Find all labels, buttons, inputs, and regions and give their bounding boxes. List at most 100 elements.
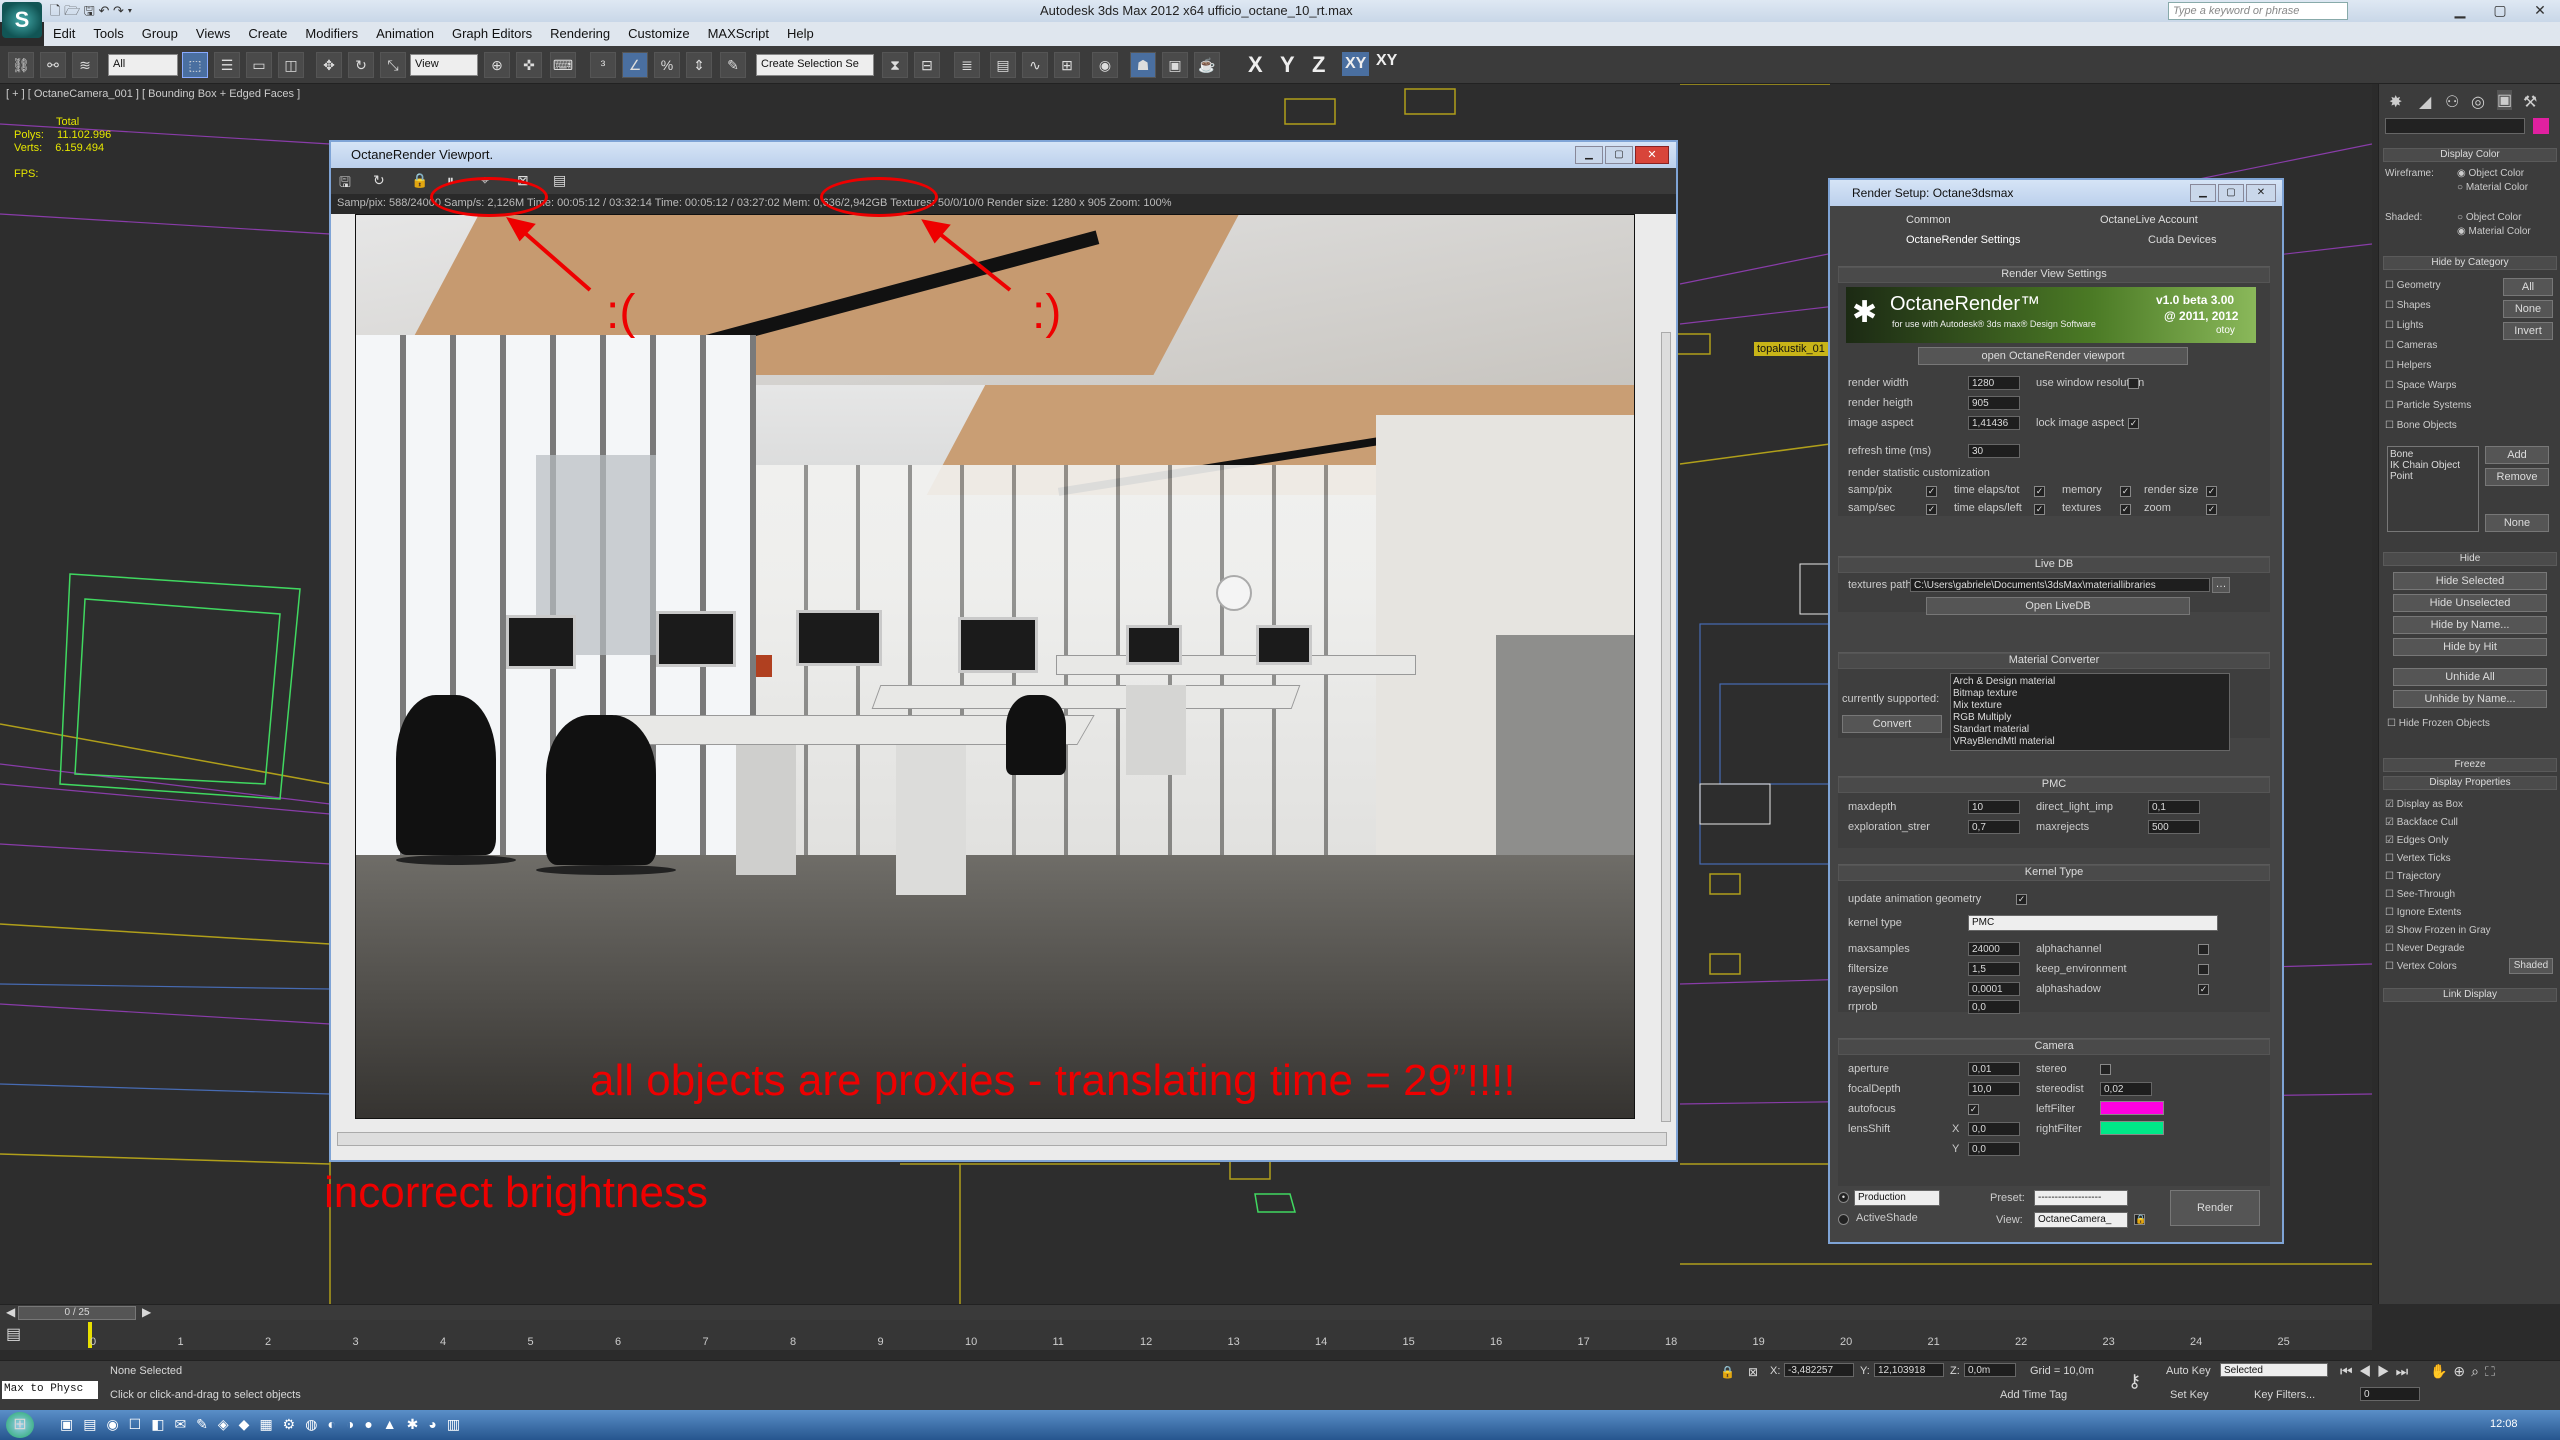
z-coord-input[interactable]: 0,0m — [1964, 1363, 2016, 1377]
maxscript-listener-input[interactable]: Max to Physc — [2, 1381, 98, 1399]
textures-path-input[interactable]: C:\Users\gabriele\Documents\3dsMax\mater… — [1910, 578, 2210, 592]
stat-samp-pix-checkbox[interactable]: ✓ — [1926, 486, 1937, 497]
start-button-icon[interactable]: ⊞ — [6, 1412, 34, 1438]
rayepsilon-input[interactable]: 0,0001 — [1968, 982, 2020, 996]
stat-time-tot-checkbox[interactable]: ✓ — [2034, 486, 2045, 497]
rs-maximize-icon[interactable]: ▢ — [2218, 184, 2244, 202]
category-geometry[interactable]: ☐ Geometry — [2385, 276, 2495, 296]
unhide-by-name-button[interactable]: Unhide by Name... — [2393, 690, 2547, 708]
update-animation-checkbox[interactable]: ✓ — [2016, 894, 2027, 905]
lensshift-y-input[interactable]: 0,0 — [1968, 1142, 2020, 1156]
lock-view-icon[interactable]: 🔒 — [2134, 1214, 2146, 1225]
time-slider-thumb[interactable]: 0 / 25 — [18, 1306, 136, 1320]
tab-common[interactable]: Common — [1906, 214, 1951, 226]
browse-textures-button[interactable]: … — [2212, 577, 2230, 593]
time-slider-prev-icon[interactable]: ◀ — [6, 1305, 15, 1319]
render-view-settings-header[interactable]: Render View Settings — [1838, 267, 2270, 283]
list-item[interactable]: IK Chain Object — [2390, 460, 2476, 471]
production-dropdown[interactable]: Production — [1854, 1190, 1940, 1206]
kernel-type-dropdown[interactable]: PMC — [1968, 915, 2218, 931]
shaded-material-color-radio[interactable]: ◉ Material Color — [2457, 226, 2531, 237]
preset-dropdown[interactable]: ------------------- — [2034, 1190, 2128, 1206]
list-item[interactable]: VRayBlendMtl material — [1953, 736, 2227, 748]
stat-memory-checkbox[interactable]: ✓ — [2120, 486, 2131, 497]
prop-vertex-ticks[interactable]: ☐ Vertex Ticks — [2385, 850, 2555, 868]
add-time-tag-button[interactable]: Add Time Tag — [2000, 1389, 2067, 1401]
hide-unselected-button[interactable]: Hide Unselected — [2393, 594, 2547, 612]
prop-display-as-box[interactable]: ☑ Display as Box — [2385, 796, 2555, 814]
set-key-button[interactable]: Set Key — [2170, 1389, 2209, 1401]
filter-none-button[interactable]: None — [2485, 514, 2549, 532]
list-item[interactable]: Arch & Design material — [1953, 676, 2227, 688]
right-filter-color-swatch[interactable] — [2100, 1121, 2164, 1135]
maxsamples-input[interactable]: 24000 — [1968, 942, 2020, 956]
stat-time-left-checkbox[interactable]: ✓ — [2034, 504, 2045, 515]
key-mode-dropdown[interactable]: Selected — [2220, 1363, 2328, 1377]
prop-see-through[interactable]: ☐ See-Through — [2385, 886, 2555, 904]
freeze-header[interactable]: Freeze — [2383, 758, 2557, 772]
wire-material-color-radio[interactable]: ○ Material Color — [2457, 182, 2528, 193]
display-properties-header[interactable]: Display Properties — [2383, 776, 2557, 790]
render-width-input[interactable]: 1280 — [1968, 376, 2020, 390]
category-space-warps[interactable]: ☐ Space Warps — [2385, 376, 2495, 396]
auto-key-button[interactable]: Auto Key — [2166, 1365, 2211, 1377]
image-aspect-input[interactable]: 1,41436 — [1968, 416, 2020, 430]
hide-by-name-button[interactable]: Hide by Name... — [2393, 616, 2547, 634]
activeshade-radio[interactable] — [1838, 1214, 1849, 1225]
livedb-header[interactable]: Live DB — [1838, 557, 2270, 573]
render-button[interactable]: Render — [2170, 1190, 2260, 1226]
view-dropdown[interactable]: OctaneCamera_ — [2034, 1212, 2128, 1228]
alphashadow-checkbox[interactable]: ✓ — [2198, 984, 2209, 995]
pmc-header[interactable]: PMC — [1838, 777, 2270, 793]
stat-render-size-checkbox[interactable]: ✓ — [2206, 486, 2217, 497]
lock-aspect-checkbox[interactable]: ✓ — [2128, 418, 2139, 429]
category-none-button[interactable]: None — [2503, 300, 2553, 318]
convert-button[interactable]: Convert — [1842, 715, 1942, 733]
material-converter-header[interactable]: Material Converter — [1838, 653, 2270, 669]
create-tab-icon[interactable]: ✸ — [2389, 92, 2402, 112]
autofocus-checkbox[interactable]: ✓ — [1968, 1104, 1979, 1115]
tab-octanerender-settings[interactable]: OctaneRender Settings — [1906, 234, 2020, 246]
prop-edges-only[interactable]: ☑ Edges Only — [2385, 832, 2555, 850]
alphachannel-checkbox[interactable] — [2198, 944, 2209, 955]
render-height-input[interactable]: 905 — [1968, 396, 2020, 410]
category-cameras[interactable]: ☐ Cameras — [2385, 336, 2495, 356]
set-key-icon[interactable]: ⚷ — [2128, 1371, 2141, 1392]
filtersize-input[interactable]: 1,5 — [1968, 962, 2020, 976]
camera-header[interactable]: Camera — [1838, 1039, 2270, 1055]
prop-trajectory[interactable]: ☐ Trajectory — [2385, 868, 2555, 886]
filter-remove-button[interactable]: Remove — [2485, 468, 2549, 486]
taskbar-pinned-icons[interactable]: ▣▤◉☐◧✉✎◈◆▦⚙◍◐◑●▲✱◕▥ — [60, 1416, 470, 1433]
unhide-all-button[interactable]: Unhide All — [2393, 668, 2547, 686]
hierarchy-tab-icon[interactable]: ⚇ — [2445, 92, 2459, 112]
shaded-object-color-radio[interactable]: ○ Object Color — [2457, 212, 2521, 223]
category-invert-button[interactable]: Invert — [2503, 322, 2553, 340]
refresh-time-input[interactable]: 30 — [1968, 444, 2020, 458]
object-color-swatch[interactable] — [2533, 118, 2549, 134]
list-item[interactable]: Standart material — [1953, 724, 2227, 736]
shaded-button[interactable]: Shaded — [2509, 958, 2553, 974]
rrprob-input[interactable]: 0,0 — [1968, 1000, 2020, 1014]
left-filter-color-swatch[interactable] — [2100, 1101, 2164, 1115]
list-item[interactable]: Point — [2390, 471, 2476, 482]
exploration-strength-input[interactable]: 0,7 — [1968, 820, 2020, 834]
time-slider-next-icon[interactable]: ▶ — [142, 1305, 151, 1319]
category-bone-objects[interactable]: ☐ Bone Objects — [2385, 416, 2495, 436]
aperture-input[interactable]: 0,01 — [1968, 1062, 2020, 1076]
category-lights[interactable]: ☐ Lights — [2385, 316, 2495, 336]
filter-add-button[interactable]: Add — [2485, 446, 2549, 464]
keep-environment-checkbox[interactable] — [2198, 964, 2209, 975]
link-display-header[interactable]: Link Display — [2383, 988, 2557, 1002]
wire-object-color-radio[interactable]: ◉ Object Color — [2457, 168, 2524, 179]
bone-filter-list[interactable]: Bone IK Chain Object Point — [2387, 446, 2479, 532]
rs-close-icon[interactable]: ✕ — [2246, 184, 2276, 202]
hide-frozen-objects-checkbox[interactable]: ☐ Hide Frozen Objects — [2387, 718, 2490, 729]
mini-curve-editor-icon[interactable]: ▤ — [6, 1324, 21, 1344]
focal-depth-input[interactable]: 10,0 — [1968, 1082, 2020, 1096]
open-octane-viewport-button[interactable]: open OctaneRender viewport — [1918, 347, 2188, 365]
stat-samp-sec-checkbox[interactable]: ✓ — [1926, 504, 1937, 515]
time-slider[interactable]: ◀ 0 / 25 ▶ — [0, 1304, 2372, 1320]
rs-minimize-icon[interactable]: ▁ — [2190, 184, 2216, 202]
maxdepth-input[interactable]: 10 — [1968, 800, 2020, 814]
key-filters-button[interactable]: Key Filters... — [2254, 1389, 2315, 1401]
